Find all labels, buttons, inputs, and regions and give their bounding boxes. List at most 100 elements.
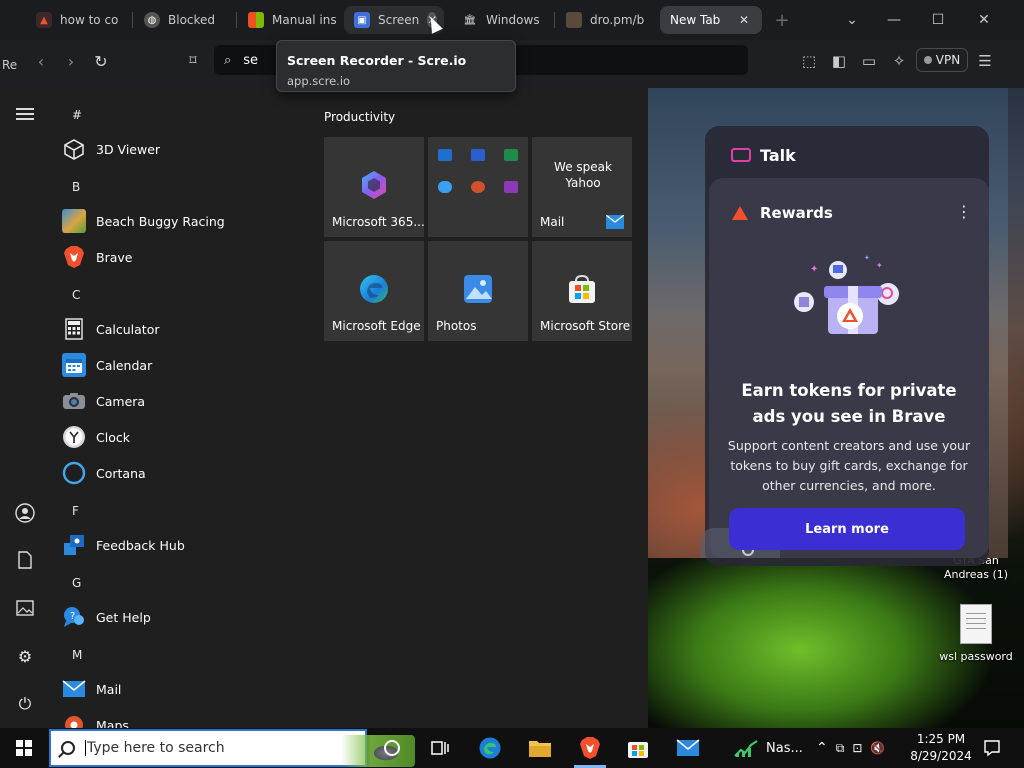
close-window-icon[interactable]: ✕: [970, 8, 998, 32]
rewards-title: Rewards: [760, 204, 833, 222]
maximize-icon[interactable]: ☐: [924, 8, 952, 32]
cortana-circle-icon[interactable]: [380, 736, 404, 760]
tab-blocked[interactable]: ◍ Blocked: [134, 6, 234, 34]
app-get-help[interactable]: ? Get Help: [62, 601, 302, 633]
sidebar-icon[interactable]: ◧: [828, 50, 850, 72]
app-feedback-hub[interactable]: Feedback Hub: [62, 529, 302, 561]
help-bubble-icon: ?: [62, 605, 86, 629]
app-clock[interactable]: Clock: [62, 421, 302, 453]
tab-label: Windows: [486, 13, 540, 27]
tile-microsoft-edge[interactable]: Microsoft Edge: [324, 241, 424, 341]
vpn-label: VPN: [935, 53, 961, 67]
app-maps[interactable]: Maps: [62, 709, 302, 728]
more-options-icon[interactable]: ⋮: [956, 202, 972, 221]
app-calculator[interactable]: Calculator: [62, 313, 302, 345]
mail-taskbar-icon[interactable]: [676, 736, 700, 760]
brave-taskbar-icon[interactable]: [578, 736, 602, 760]
letter-header[interactable]: F: [72, 504, 79, 518]
minimize-icon[interactable]: —: [880, 8, 908, 32]
tab-new-tab[interactable]: New Tab ✕: [660, 6, 762, 34]
task-view-icon[interactable]: [428, 736, 452, 760]
start-menu-rail: ⚙ ⏻: [0, 88, 50, 728]
app-beach-buggy-racing[interactable]: Beach Buggy Racing: [62, 205, 302, 237]
app-brave[interactable]: Brave: [62, 241, 302, 273]
documents-icon[interactable]: [12, 547, 38, 573]
app-cortana[interactable]: Cortana: [62, 457, 302, 489]
vpn-status-dot-icon: [923, 56, 932, 64]
power-icon[interactable]: ⏻: [12, 691, 38, 717]
extensions-icon[interactable]: ⬚: [798, 50, 820, 72]
tile-group-title[interactable]: Productivity: [324, 110, 395, 124]
app-label: Mail: [96, 681, 122, 697]
letter-header[interactable]: C: [72, 288, 80, 302]
store-taskbar-icon[interactable]: [626, 736, 650, 760]
letter-header[interactable]: G: [72, 576, 81, 590]
tile-label: Microsoft Store: [540, 319, 631, 333]
wallet-icon[interactable]: ▭: [858, 50, 880, 72]
app-3d-viewer[interactable]: 3D Viewer: [62, 133, 302, 165]
bookmark-icon[interactable]: ⌑: [182, 50, 204, 72]
mail-icon: [606, 215, 624, 229]
tab-search-chevron-icon[interactable]: ⌄: [838, 8, 866, 32]
calculator-icon: [62, 317, 86, 341]
talk-camera-icon: [731, 148, 751, 162]
taskbar: Type here to search Nas... ⌃ ⧉ ⊡ 🔇 1:25 …: [0, 728, 1024, 768]
edge-taskbar-icon[interactable]: [478, 736, 502, 760]
tab-how-to[interactable]: ▲ how to co: [26, 6, 130, 34]
start-button[interactable]: [0, 728, 48, 768]
tile-label: Mail: [540, 215, 565, 229]
file-explorer-icon[interactable]: [528, 736, 552, 760]
clock-icon: [62, 425, 86, 449]
tile-microsoft-365[interactable]: Microsoft 365...: [324, 137, 425, 237]
letter-header[interactable]: #: [72, 108, 82, 122]
tab-strip: ▲ how to co ◍ Blocked Manual ins ▣ Scree…: [0, 0, 1024, 40]
learn-more-button[interactable]: Learn more: [729, 508, 965, 550]
brave-favicon-icon: ▲: [36, 12, 52, 28]
notifications-icon[interactable]: [980, 736, 1004, 760]
reload-icon[interactable]: ↻: [90, 50, 112, 72]
tab-dro-pm[interactable]: dro.pm/b: [556, 6, 656, 34]
network-icon[interactable]: ⊡: [852, 741, 862, 755]
hamburger-menu-icon[interactable]: [16, 108, 34, 120]
stock-label: Nas...: [766, 740, 803, 756]
tab-windows[interactable]: 🏛 Windows: [452, 6, 552, 34]
menu-icon[interactable]: ☰: [974, 50, 996, 72]
stock-widget[interactable]: Nas...: [734, 738, 803, 758]
volume-muted-icon[interactable]: 🔇: [870, 741, 885, 755]
tile-office-apps[interactable]: [428, 137, 528, 237]
letter-header[interactable]: M: [72, 648, 82, 662]
earn-tokens-heading: Earn tokens for private ads you see in B…: [741, 381, 957, 426]
meet-now-icon[interactable]: ⧉: [836, 741, 845, 756]
back-arrow-icon[interactable]: ‹: [30, 50, 52, 72]
app-label: Clock: [96, 429, 130, 445]
tab-label: dro.pm/b: [590, 13, 645, 27]
app-camera[interactable]: Camera: [62, 385, 302, 417]
app-calendar[interactable]: Calendar: [62, 349, 302, 381]
app-label: Calculator: [96, 321, 160, 337]
tile-label: Microsoft Edge: [332, 319, 421, 333]
tile-microsoft-store[interactable]: Microsoft Store: [532, 241, 632, 341]
tile-photos[interactable]: Photos: [428, 241, 528, 341]
tab-manual-install[interactable]: Manual ins: [238, 6, 338, 34]
photos-icon: [464, 275, 492, 303]
tile-mail[interactable]: We speak Yahoo Mail: [532, 137, 632, 237]
show-hidden-icons-chevron-icon[interactable]: ⌃: [816, 740, 828, 756]
close-tab-icon[interactable]: ✕: [736, 12, 752, 28]
app-label: Maps: [96, 717, 129, 729]
microsoft-logo-icon: [248, 12, 264, 28]
leo-ai-icon[interactable]: ✧: [888, 50, 910, 72]
cube-icon: [62, 137, 86, 161]
letter-header[interactable]: B: [72, 180, 80, 194]
taskbar-search-box[interactable]: Type here to search: [49, 729, 415, 767]
pictures-icon[interactable]: [12, 595, 38, 621]
app-mail[interactable]: Mail: [62, 673, 302, 705]
tab-separator: [554, 12, 555, 28]
new-tab-button[interactable]: +: [768, 8, 796, 32]
desktop-icon-wsl-password[interactable]: wsl password: [930, 604, 1022, 664]
settings-gear-icon[interactable]: ⚙: [12, 643, 38, 669]
user-account-icon[interactable]: [12, 500, 38, 526]
tab-label: Manual ins: [272, 13, 337, 27]
forward-arrow-icon[interactable]: ›: [60, 50, 82, 72]
taskbar-clock[interactable]: 1:25 PM 8/29/2024: [906, 731, 976, 765]
vpn-button[interactable]: VPN: [916, 48, 968, 72]
